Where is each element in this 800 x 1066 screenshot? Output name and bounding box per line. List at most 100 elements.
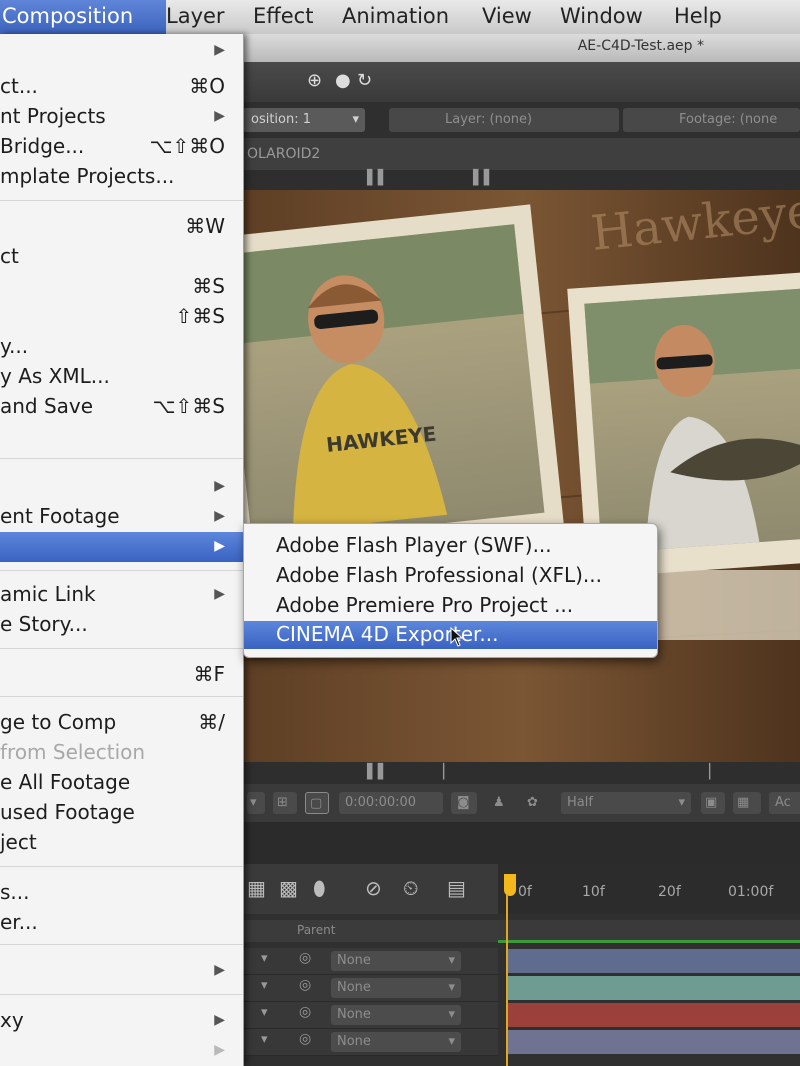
active-camera-dropdown[interactable]: Ac [769,792,800,814]
menu-item-cinema-4d-exporter[interactable]: CINEMA 4D Exporter... [244,621,657,649]
file-menu-item[interactable]: ent Footage ▶ [0,502,243,532]
work-area-start-marker[interactable]: ▌▌ [367,170,389,186]
layer-row[interactable]: ▾ ◎ None ▾ [243,1002,498,1029]
file-menu-item[interactable]: nt Projects ▶ [0,102,243,132]
shy-layers-icon[interactable]: ⬮ [313,876,326,900]
magnification-dropdown[interactable]: ▾ [247,792,265,814]
pick-whip-icon[interactable]: ◎ [299,1031,311,1047]
layer-duration-bar[interactable] [508,1030,800,1054]
file-menu-item[interactable]: amic Link ▶ [0,580,243,610]
menu-item-label: nt Projects [0,104,106,128]
menu-composition[interactable]: Composition [0,0,166,34]
timeline-marker-left[interactable]: ▌▌ [367,764,389,780]
file-menu-item[interactable]: ⌘F [0,660,243,690]
file-menu-item[interactable]: ge to Comp ⌘/ [0,708,243,738]
comp-mini-flowchart-icon[interactable]: ▦ [247,876,266,900]
resolution-dropdown[interactable]: Half ▾ [561,792,691,814]
file-menu-item[interactable]: e All Footage [0,768,243,798]
layer-row[interactable]: ▾ ◎ None ▾ [243,1029,498,1056]
region-of-interest-icon[interactable]: ▣ [701,792,725,814]
parent-dropdown[interactable]: None ▾ [331,951,461,971]
pick-whip-icon[interactable]: ◎ [299,977,311,993]
tab-layer[interactable]: Layer: (none) [389,108,619,132]
current-time-indicator[interactable] [504,874,516,896]
layer-duration-bar[interactable] [508,949,800,973]
parent-dropdown[interactable]: None ▾ [331,1032,461,1052]
composition-viewer[interactable]: Hawkeye HAWKEYE [243,190,800,762]
rotate-tool-icon[interactable]: ↻ [357,70,372,91]
layer-row[interactable]: ▾ ◎ None ▾ [243,975,498,1002]
graph-editor-icon[interactable]: ▤ [447,876,466,900]
file-menu-item[interactable]: e Story... [0,610,243,640]
tab-composition[interactable]: osition: 1 ▾ [243,108,365,132]
menu-item-shortcut: ⌘O [189,74,225,98]
chevron-down-icon: ▾ [448,953,455,968]
transparency-grid-icon[interactable]: ▦ [733,792,761,814]
chevron-down-icon[interactable]: ▾ [261,1032,268,1047]
file-menu-item[interactable]: Bridge... ⌥⇧⌘O [0,132,243,162]
file-menu-item[interactable]: ⇧⌘S [0,302,243,332]
file-menu-item[interactable]: ▶ [0,956,243,986]
chevron-down-icon[interactable]: ▾ [352,108,359,132]
file-menu-item[interactable]: and Save ⌥⇧⌘S [0,392,243,422]
motion-blur-icon[interactable]: ⊘ [365,876,382,900]
work-area-end-marker[interactable]: ▌▌ [473,170,495,186]
menu-animation[interactable]: Animation [342,4,449,28]
draft-3d-icon[interactable]: ▩ [279,876,298,900]
file-menu-item[interactable]: y As XML... [0,362,243,392]
parent-dropdown[interactable]: None ▾ [331,1005,461,1025]
menu-item-export-xfl[interactable]: Adobe Flash Professional (XFL)... [244,562,657,590]
color-channels-icon[interactable]: ✿ [521,792,551,814]
file-menu-item[interactable]: ⌘W [0,212,243,242]
file-menu-item[interactable]: ject [0,828,243,858]
hand-tool-icon[interactable]: ⊕ [307,70,322,91]
menu-item-label: xy [0,1008,24,1032]
tab-footage[interactable]: Footage: (none [623,108,800,132]
menu-item-export-premiere[interactable]: Adobe Premiere Pro Project ... [244,592,657,620]
menu-view[interactable]: View [482,4,532,28]
file-menu-item[interactable]: ct... ⌘O [0,72,243,102]
camera-snapshot-icon[interactable]: ◙ [451,792,477,814]
file-menu-item[interactable]: s... [0,878,243,908]
menu-window[interactable]: Window [560,4,643,28]
layer-duration-bar[interactable] [508,1003,800,1027]
menu-item-label: Bridge... [0,134,85,158]
menu-item-export[interactable]: ▶ [0,532,243,562]
tools-toolbar: ⊕ ● ↻ [243,62,800,102]
file-menu-item[interactable]: xy ▶ [0,1006,243,1036]
menu-help[interactable]: Help [674,4,722,28]
file-menu-item[interactable]: ct [0,242,243,272]
chevron-down-icon[interactable]: ▾ [261,951,268,966]
timeline-marker-right[interactable]: ▏ [709,764,720,780]
menu-item-export-swf[interactable]: Adobe Flash Player (SWF)... [244,532,657,560]
chevron-down-icon[interactable]: ▾ [261,1005,268,1020]
current-time-line [506,894,508,1066]
menu-layer[interactable]: Layer [166,4,225,28]
menu-effect[interactable]: Effect [253,4,313,28]
window-titlebar: AE-C4D-Test.aep * [243,34,800,63]
layer-row[interactable]: ▾ ◎ None ▾ [243,948,498,975]
file-menu-item[interactable]: ⌘S [0,272,243,302]
timeline-marker-mid[interactable]: ▏ [443,764,454,780]
show-snapshot-icon[interactable]: ♟ [487,792,513,814]
menu-item-shortcut: ⌘S [192,274,225,298]
timecode-field[interactable]: 0:00:00:00 [339,792,443,814]
file-menu-item[interactable]: y... [0,332,243,362]
work-area-bar[interactable] [498,920,800,943]
file-menu-item[interactable]: er... [0,908,243,938]
file-menu-item[interactable]: mplate Projects... [0,162,243,192]
layer-duration-bar[interactable] [508,976,800,1000]
pick-whip-icon[interactable]: ◎ [299,1004,311,1020]
timeline-ruler[interactable]: 0f 10f 20f 01:00f [498,864,800,914]
file-menu-item[interactable]: ▶ [0,472,243,502]
frame-blending-icon[interactable]: ⏲ [403,876,419,900]
pick-whip-icon[interactable]: ◎ [299,950,311,966]
chevron-down-icon[interactable]: ▾ [261,978,268,993]
grid-icon[interactable]: ⊞ [273,792,297,814]
zoom-tool-icon[interactable]: ● [335,70,351,91]
submenu-arrow-icon: ▶ [214,962,225,978]
safe-margins-icon[interactable]: ▢ [305,792,329,814]
parent-dropdown[interactable]: None ▾ [331,978,461,998]
file-menu-item[interactable]: ▶ [0,36,243,66]
file-menu-item[interactable]: used Footage [0,798,243,828]
